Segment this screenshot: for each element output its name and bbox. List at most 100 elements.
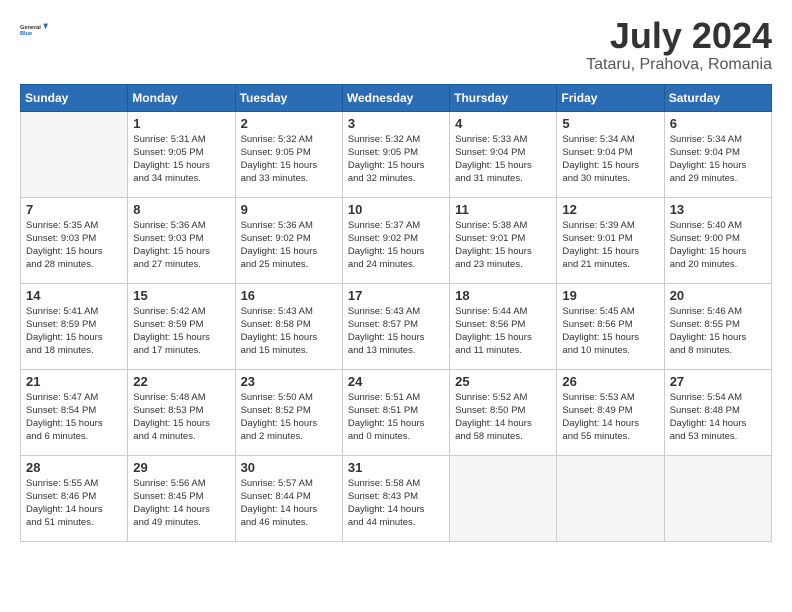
day-cell: 12 Sunrise: 5:39 AM Sunset: 9:01 PM Dayli…: [557, 197, 664, 283]
day-cell: 28 Sunrise: 5:55 AM Sunset: 8:46 PM Dayli…: [21, 455, 128, 541]
day-info: Sunrise: 5:39 AM Sunset: 9:01 PM Dayligh…: [562, 219, 658, 272]
day-info: Sunrise: 5:32 AM Sunset: 9:05 PM Dayligh…: [241, 133, 337, 186]
day-number: 6: [670, 116, 766, 131]
day-number: 8: [133, 202, 229, 217]
day-number: 24: [348, 374, 444, 389]
day-info: Sunrise: 5:48 AM Sunset: 8:53 PM Dayligh…: [133, 391, 229, 444]
day-number: 12: [562, 202, 658, 217]
day-number: 22: [133, 374, 229, 389]
day-cell: 14Sunrise: 5:41 AM Sunset: 8:59 PM Dayli…: [21, 283, 128, 369]
week-row-1: 1 Sunrise: 5:31 AM Sunset: 9:05 PM Daylig…: [21, 111, 772, 197]
day-cell: [21, 111, 128, 197]
day-cell: 30 Sunrise: 5:57 AM Sunset: 8:44 PM Dayli…: [235, 455, 342, 541]
week-row-4: 21Sunrise: 5:47 AM Sunset: 8:54 PM Dayli…: [21, 369, 772, 455]
calendar-subtitle: Tataru, Prahova, Romania: [586, 56, 772, 74]
svg-text:Blue: Blue: [20, 31, 32, 37]
calendar-title: July 2024: [586, 16, 772, 56]
day-info: Sunrise: 5:52 AM Sunset: 8:50 PM Dayligh…: [455, 391, 551, 444]
day-info: Sunrise: 5:40 AM Sunset: 9:00 PM Dayligh…: [670, 219, 766, 272]
day-cell: 19Sunrise: 5:45 AM Sunset: 8:56 PM Dayli…: [557, 283, 664, 369]
day-number: 11: [455, 202, 551, 217]
day-cell: 26Sunrise: 5:53 AM Sunset: 8:49 PM Dayli…: [557, 369, 664, 455]
day-info: Sunrise: 5:55 AM Sunset: 8:46 PM Dayligh…: [26, 477, 122, 530]
col-header-thursday: Thursday: [450, 84, 557, 111]
day-info: Sunrise: 5:58 AM Sunset: 8:43 PM Dayligh…: [348, 477, 444, 530]
day-number: 4: [455, 116, 551, 131]
week-row-2: 7Sunrise: 5:35 AM Sunset: 9:03 PM Daylig…: [21, 197, 772, 283]
col-header-sunday: Sunday: [21, 84, 128, 111]
day-number: 26: [562, 374, 658, 389]
day-info: Sunrise: 5:44 AM Sunset: 8:56 PM Dayligh…: [455, 305, 551, 358]
day-info: Sunrise: 5:33 AM Sunset: 9:04 PM Dayligh…: [455, 133, 551, 186]
day-number: 13: [670, 202, 766, 217]
logo: GeneralBlue: [20, 16, 48, 44]
day-number: 18: [455, 288, 551, 303]
day-cell: 5 Sunrise: 5:34 AM Sunset: 9:04 PM Daylig…: [557, 111, 664, 197]
day-info: Sunrise: 5:36 AM Sunset: 9:02 PM Dayligh…: [241, 219, 337, 272]
day-number: 30: [241, 460, 337, 475]
day-number: 20: [670, 288, 766, 303]
day-number: 29: [133, 460, 229, 475]
day-info: Sunrise: 5:50 AM Sunset: 8:52 PM Dayligh…: [241, 391, 337, 444]
day-cell: 17 Sunrise: 5:43 AM Sunset: 8:57 PM Dayli…: [342, 283, 449, 369]
header: GeneralBlue July 2024 Tataru, Prahova, R…: [20, 16, 772, 74]
logo-icon: GeneralBlue: [20, 16, 48, 44]
day-number: 25: [455, 374, 551, 389]
day-cell: 27 Sunrise: 5:54 AM Sunset: 8:48 PM Dayli…: [664, 369, 771, 455]
page: GeneralBlue July 2024 Tataru, Prahova, R…: [0, 0, 792, 612]
col-header-friday: Friday: [557, 84, 664, 111]
day-cell: 3Sunrise: 5:32 AM Sunset: 9:05 PM Daylig…: [342, 111, 449, 197]
calendar-header-row: SundayMondayTuesdayWednesdayThursdayFrid…: [21, 84, 772, 111]
day-cell: 18 Sunrise: 5:44 AM Sunset: 8:56 PM Dayli…: [450, 283, 557, 369]
day-number: 15: [133, 288, 229, 303]
col-header-tuesday: Tuesday: [235, 84, 342, 111]
day-cell: [664, 455, 771, 541]
day-cell: 8 Sunrise: 5:36 AM Sunset: 9:03 PM Daylig…: [128, 197, 235, 283]
col-header-monday: Monday: [128, 84, 235, 111]
day-cell: 31 Sunrise: 5:58 AM Sunset: 8:43 PM Dayli…: [342, 455, 449, 541]
day-info: Sunrise: 5:43 AM Sunset: 8:57 PM Dayligh…: [348, 305, 444, 358]
day-cell: [450, 455, 557, 541]
day-cell: 7Sunrise: 5:35 AM Sunset: 9:03 PM Daylig…: [21, 197, 128, 283]
day-info: Sunrise: 5:34 AM Sunset: 9:04 PM Dayligh…: [562, 133, 658, 186]
day-number: 28: [26, 460, 122, 475]
day-info: Sunrise: 5:54 AM Sunset: 8:48 PM Dayligh…: [670, 391, 766, 444]
day-number: 17: [348, 288, 444, 303]
svg-text:General: General: [20, 25, 41, 31]
day-number: 7: [26, 202, 122, 217]
day-cell: 1 Sunrise: 5:31 AM Sunset: 9:05 PM Daylig…: [128, 111, 235, 197]
day-cell: 21Sunrise: 5:47 AM Sunset: 8:54 PM Dayli…: [21, 369, 128, 455]
day-number: 5: [562, 116, 658, 131]
day-info: Sunrise: 5:36 AM Sunset: 9:03 PM Dayligh…: [133, 219, 229, 272]
day-info: Sunrise: 5:57 AM Sunset: 8:44 PM Dayligh…: [241, 477, 337, 530]
col-header-saturday: Saturday: [664, 84, 771, 111]
day-cell: 9 Sunrise: 5:36 AM Sunset: 9:02 PM Daylig…: [235, 197, 342, 283]
day-info: Sunrise: 5:56 AM Sunset: 8:45 PM Dayligh…: [133, 477, 229, 530]
day-cell: 10 Sunrise: 5:37 AM Sunset: 9:02 PM Dayli…: [342, 197, 449, 283]
day-cell: 2 Sunrise: 5:32 AM Sunset: 9:05 PM Daylig…: [235, 111, 342, 197]
day-cell: 13 Sunrise: 5:40 AM Sunset: 9:00 PM Dayli…: [664, 197, 771, 283]
day-cell: 15 Sunrise: 5:42 AM Sunset: 8:59 PM Dayli…: [128, 283, 235, 369]
col-header-wednesday: Wednesday: [342, 84, 449, 111]
day-cell: 24Sunrise: 5:51 AM Sunset: 8:51 PM Dayli…: [342, 369, 449, 455]
day-cell: 23Sunrise: 5:50 AM Sunset: 8:52 PM Dayli…: [235, 369, 342, 455]
day-number: 9: [241, 202, 337, 217]
day-info: Sunrise: 5:31 AM Sunset: 9:05 PM Dayligh…: [133, 133, 229, 186]
day-cell: [557, 455, 664, 541]
day-info: Sunrise: 5:42 AM Sunset: 8:59 PM Dayligh…: [133, 305, 229, 358]
day-cell: 4 Sunrise: 5:33 AM Sunset: 9:04 PM Daylig…: [450, 111, 557, 197]
day-number: 27: [670, 374, 766, 389]
day-cell: 20Sunrise: 5:46 AM Sunset: 8:55 PM Dayli…: [664, 283, 771, 369]
day-cell: 16Sunrise: 5:43 AM Sunset: 8:58 PM Dayli…: [235, 283, 342, 369]
day-info: Sunrise: 5:32 AM Sunset: 9:05 PM Dayligh…: [348, 133, 444, 186]
day-info: Sunrise: 5:47 AM Sunset: 8:54 PM Dayligh…: [26, 391, 122, 444]
day-info: Sunrise: 5:37 AM Sunset: 9:02 PM Dayligh…: [348, 219, 444, 272]
day-info: Sunrise: 5:45 AM Sunset: 8:56 PM Dayligh…: [562, 305, 658, 358]
day-number: 10: [348, 202, 444, 217]
day-number: 31: [348, 460, 444, 475]
day-number: 14: [26, 288, 122, 303]
day-number: 2: [241, 116, 337, 131]
calendar-table: SundayMondayTuesdayWednesdayThursdayFrid…: [20, 84, 772, 542]
day-number: 1: [133, 116, 229, 131]
week-row-5: 28 Sunrise: 5:55 AM Sunset: 8:46 PM Dayli…: [21, 455, 772, 541]
